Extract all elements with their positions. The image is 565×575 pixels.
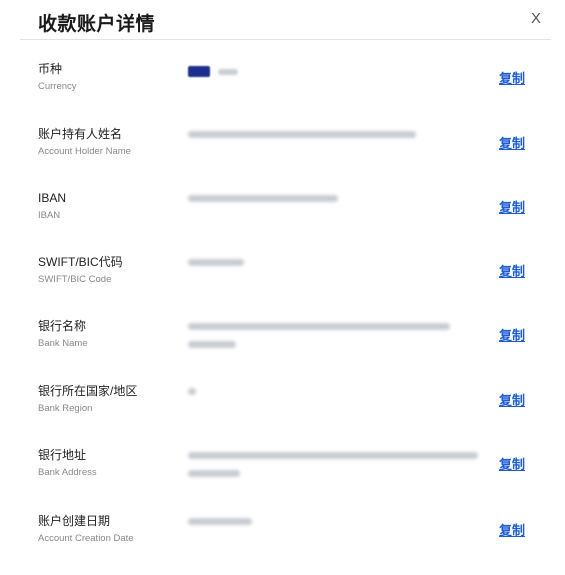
field-row-swift: SWIFT/BIC代码 SWIFT/BIC Code 复制 (38, 255, 528, 295)
field-label: 银行所在国家/地区 (38, 384, 138, 398)
redacted-text (188, 131, 416, 138)
field-value-redacted (188, 448, 478, 477)
field-sublabel: IBAN (38, 210, 61, 221)
copy-button[interactable]: 复制 (499, 197, 525, 216)
field-value-redacted (188, 384, 478, 395)
dialog-header: 收款账户详情 X (20, 0, 551, 40)
field-sublabel: Bank Region (38, 403, 93, 414)
field-value-redacted (188, 255, 478, 266)
redacted-text (218, 68, 238, 75)
copy-button[interactable]: 复制 (499, 390, 525, 409)
field-row-currency: 币种 Currency 复制 (38, 62, 528, 102)
redacted-text (188, 323, 450, 330)
dialog-title: 收款账户详情 (38, 14, 156, 35)
copy-button[interactable]: 复制 (499, 325, 525, 344)
copy-button[interactable]: 复制 (499, 520, 525, 539)
redacted-text (188, 341, 236, 348)
redacted-text (188, 518, 252, 525)
currency-flag-icon (188, 66, 210, 78)
copy-button[interactable]: 复制 (499, 133, 525, 152)
field-sublabel: Bank Address (38, 467, 97, 478)
close-icon[interactable]: X (531, 11, 541, 27)
field-label: 账户创建日期 (38, 514, 111, 528)
field-value-redacted (188, 127, 478, 138)
redacted-text (188, 259, 244, 266)
redacted-text (188, 195, 338, 202)
field-sublabel: Bank Name (38, 338, 88, 349)
field-label: SWIFT/BIC代码 (38, 255, 123, 269)
field-row-bank-address: 银行地址 Bank Address 复制 (38, 448, 528, 488)
field-value-redacted (188, 319, 478, 348)
field-label: 银行名称 (38, 319, 87, 333)
field-value-redacted (188, 514, 478, 525)
field-row-creation-date: 账户创建日期 Account Creation Date 复制 (38, 514, 528, 554)
field-label: IBAN (38, 191, 67, 205)
copy-button[interactable]: 复制 (499, 261, 525, 280)
field-row-bank-region: 银行所在国家/地区 Bank Region 复制 (38, 384, 528, 424)
field-value-redacted (188, 63, 478, 81)
account-details-dialog: 收款账户详情 X 币种 Currency 复制 账户持有人姓名 Account … (0, 0, 565, 575)
field-label: 账户持有人姓名 (38, 127, 123, 141)
field-row-iban: IBAN IBAN 复制 (38, 191, 528, 231)
field-sublabel: Currency (38, 81, 77, 92)
field-sublabel: SWIFT/BIC Code (38, 274, 112, 285)
redacted-text (188, 452, 478, 459)
copy-button[interactable]: 复制 (499, 68, 525, 87)
field-sublabel: Account Creation Date (38, 533, 134, 544)
field-label: 银行地址 (38, 448, 87, 462)
copy-button[interactable]: 复制 (499, 454, 525, 473)
field-sublabel: Account Holder Name (38, 146, 131, 157)
field-value-redacted (188, 191, 478, 202)
field-row-account-holder: 账户持有人姓名 Account Holder Name 复制 (38, 127, 528, 167)
redacted-text (188, 388, 196, 395)
redacted-text (188, 470, 240, 477)
field-label: 币种 (38, 62, 63, 76)
field-row-bank-name: 银行名称 Bank Name 复制 (38, 319, 528, 359)
